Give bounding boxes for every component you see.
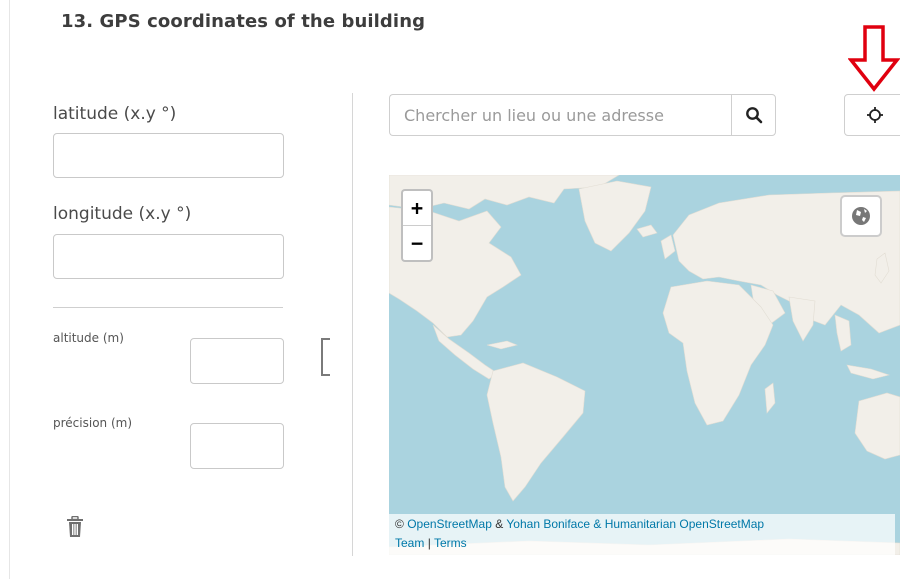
precision-label: précision (m) — [53, 416, 133, 430]
latitude-input[interactable] — [53, 133, 284, 178]
globe-icon — [852, 207, 870, 225]
zoom-in-button[interactable]: + — [403, 191, 431, 225]
search-icon — [745, 107, 762, 124]
layers-button[interactable] — [840, 195, 882, 237]
column-separator — [352, 93, 353, 556]
terms-link[interactable]: Terms — [434, 536, 467, 550]
section-divider — [53, 307, 283, 308]
bracket-decoration — [321, 338, 330, 376]
longitude-input[interactable] — [53, 234, 284, 279]
altitude-label: altitude (m) — [53, 331, 124, 345]
latitude-label: latitude (x.y °) — [53, 104, 177, 124]
zoom-out-button[interactable]: − — [403, 225, 431, 260]
search-button[interactable] — [731, 94, 776, 136]
altitude-input[interactable] — [190, 338, 284, 384]
openstreetmap-link[interactable]: OpenStreetMap — [407, 517, 492, 531]
left-border — [9, 0, 10, 579]
attribution-amp: & — [495, 517, 504, 531]
longitude-label: longitude (x.y °) — [53, 204, 192, 224]
team-link[interactable]: Team — [395, 536, 424, 550]
trash-icon[interactable] — [66, 515, 84, 538]
question-title: 13. GPS coordinates of the building — [61, 11, 426, 32]
locate-button[interactable] — [844, 94, 900, 136]
map-view[interactable] — [389, 175, 900, 555]
authors-link[interactable]: Yohan Boniface & Humanitarian OpenStreet… — [506, 517, 764, 531]
attribution-separator: | — [427, 536, 431, 550]
world-map — [389, 175, 900, 555]
precision-input[interactable] — [190, 423, 284, 469]
search-input[interactable] — [389, 94, 731, 136]
zoom-control: + − — [401, 189, 433, 262]
locate-crosshair-icon — [867, 107, 883, 123]
red-down-arrow-icon — [848, 25, 900, 92]
map-attribution: © OpenStreetMap & Yohan Boniface & Human… — [389, 514, 895, 555]
copyright-symbol: © — [395, 517, 404, 531]
